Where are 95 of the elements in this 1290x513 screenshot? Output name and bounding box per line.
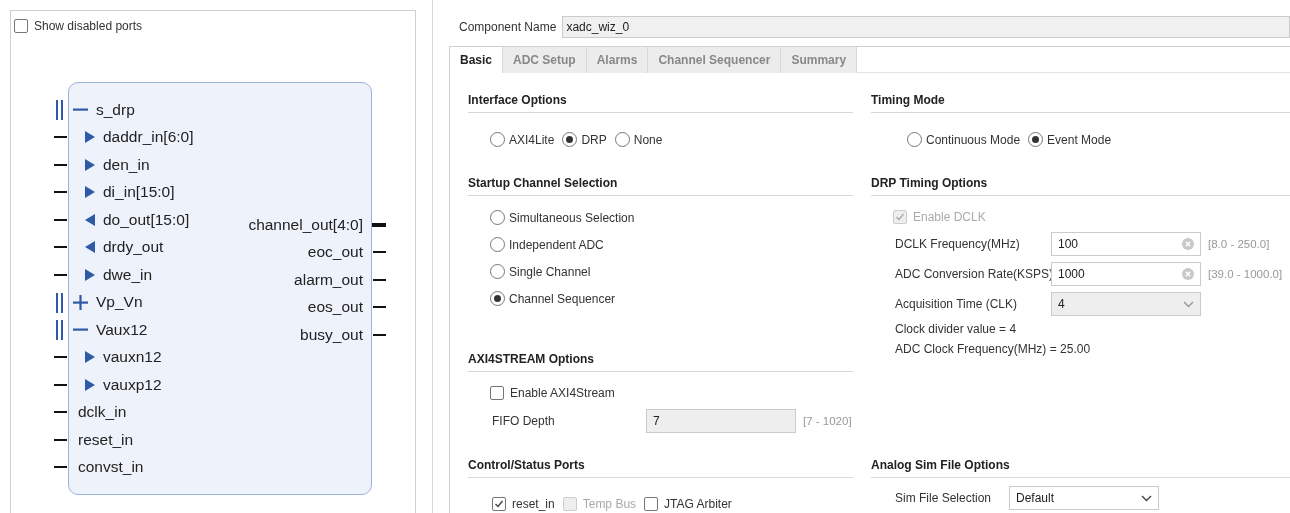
option-label: Single Channel (509, 264, 591, 279)
radio-button[interactable] (490, 291, 505, 306)
input-field[interactable]: 100 (1051, 232, 1201, 256)
radio-button[interactable] (907, 132, 922, 147)
triangle-right-icon (85, 268, 95, 281)
info-text: Clock divider value = 4 (894, 322, 1018, 336)
port-name: reset_in (78, 430, 134, 449)
checkbox-label: reset_in (512, 497, 555, 511)
triangle-right-icon (85, 351, 95, 364)
triangle-right-icon (85, 186, 95, 199)
port-name: dclk_in (78, 403, 127, 422)
interface-bars-icon (56, 100, 64, 120)
option-label: Channel Sequencer (509, 291, 616, 306)
check-icon (494, 499, 504, 509)
field-label: Acquisition Time (CLK) (895, 297, 1019, 311)
range-hint: [39.0 - 1000.0] (1208, 268, 1284, 280)
radio-button[interactable] (1028, 132, 1044, 147)
pin-line (54, 163, 67, 166)
radio-button[interactable] (562, 132, 578, 147)
input-field[interactable]: 1000 (1051, 262, 1201, 286)
section-title: DRP Timing Options (871, 176, 1290, 196)
section-title: Interface Options (468, 93, 853, 113)
section-title: Control/Status Ports (468, 458, 853, 478)
triangle-right-icon (85, 158, 95, 171)
checkbox[interactable] (492, 497, 506, 511)
port-name: di_in[15:0] (103, 183, 175, 202)
port-name: den_in (103, 155, 150, 174)
checkbox-label: Show disabled ports (34, 19, 143, 33)
radio-button[interactable] (490, 210, 505, 225)
port-name: alarm_out (294, 270, 363, 289)
pin-line (54, 356, 67, 359)
chevron-down-icon (1141, 494, 1152, 502)
pin-line (54, 438, 67, 441)
section-title: Timing Mode (871, 93, 1290, 113)
port-name: channel_out[4:0] (248, 215, 363, 234)
triangle-right-icon (85, 378, 95, 391)
radio-button[interactable] (490, 264, 505, 279)
field-label: DCLK Frequency(MHz) (895, 237, 1021, 251)
port-name: do_out[15:0] (103, 210, 190, 229)
pin-line (54, 218, 67, 221)
checkbox[interactable] (490, 386, 504, 400)
plus-icon[interactable] (73, 294, 88, 310)
check-icon (895, 212, 905, 222)
field-label: Component Name (459, 20, 557, 34)
port-name: daddr_in[6:0] (103, 128, 194, 147)
option-label: DRP (581, 132, 607, 147)
port-name: dwe_in (103, 265, 153, 284)
option-label: Independent ADC (509, 237, 604, 252)
option-label: AXI4Lite (509, 132, 555, 147)
triangle-left-icon (85, 241, 95, 254)
section-title: AXI4STREAM Options (468, 352, 853, 372)
range-hint: [7 - 1020] (803, 415, 853, 427)
pin-line (54, 273, 67, 276)
checkbox-label: Enable DCLK (913, 210, 986, 224)
field-label: FIFO Depth (492, 414, 556, 428)
option-label: Event Mode (1047, 132, 1112, 147)
section-title: Startup Channel Selection (468, 176, 853, 196)
interface-bars-icon (56, 292, 64, 313)
info-text: ADC Clock Frequency(MHz) = 25.00 (894, 342, 1092, 356)
option-label: Simultaneous Selection (509, 210, 635, 225)
chevron-down-icon (1183, 300, 1194, 308)
range-hint: [8.0 - 250.0] (1208, 238, 1271, 250)
port-name: Vp_Vn (96, 293, 143, 312)
component-name-field[interactable]: xadc_wiz_0 (562, 16, 1290, 38)
port-name: vauxn12 (103, 348, 162, 367)
port-name: eoc_out (307, 243, 363, 262)
interface-bars-icon (56, 320, 64, 340)
radio-button[interactable] (490, 132, 505, 147)
radio-button[interactable] (614, 132, 630, 147)
port-name: busy_out (300, 325, 363, 344)
pin-line (54, 246, 67, 249)
radio-button[interactable] (490, 237, 505, 252)
port-name: convst_in (78, 458, 144, 477)
dropdown[interactable]: Default (1009, 486, 1159, 510)
pin-line (54, 136, 67, 139)
checkbox-label: JTAG Arbiter (664, 497, 732, 511)
port-name: vauxp12 (103, 375, 162, 394)
option-label: None (633, 132, 663, 147)
port-name: eos_out (307, 298, 363, 317)
checkbox[interactable] (644, 497, 659, 511)
field-label: Sim File Selection (895, 491, 993, 505)
checkbox-label: Temp Bus (582, 497, 637, 511)
triangle-right-icon (85, 131, 95, 144)
port-name: Vaux12 (96, 320, 148, 339)
pin-line (54, 191, 67, 194)
checkbox[interactable] (14, 19, 28, 33)
pin-line (54, 383, 67, 386)
triangle-left-icon (85, 213, 95, 226)
port-name: drdy_out (103, 238, 164, 257)
port-name: s_drp (96, 100, 135, 119)
pin-line (54, 411, 67, 414)
section-title: Analog Sim File Options (871, 458, 1290, 478)
checkbox-label: Enable AXI4Stream (510, 386, 615, 400)
option-label: Continuous Mode (926, 132, 1021, 147)
pin-line (54, 466, 67, 469)
